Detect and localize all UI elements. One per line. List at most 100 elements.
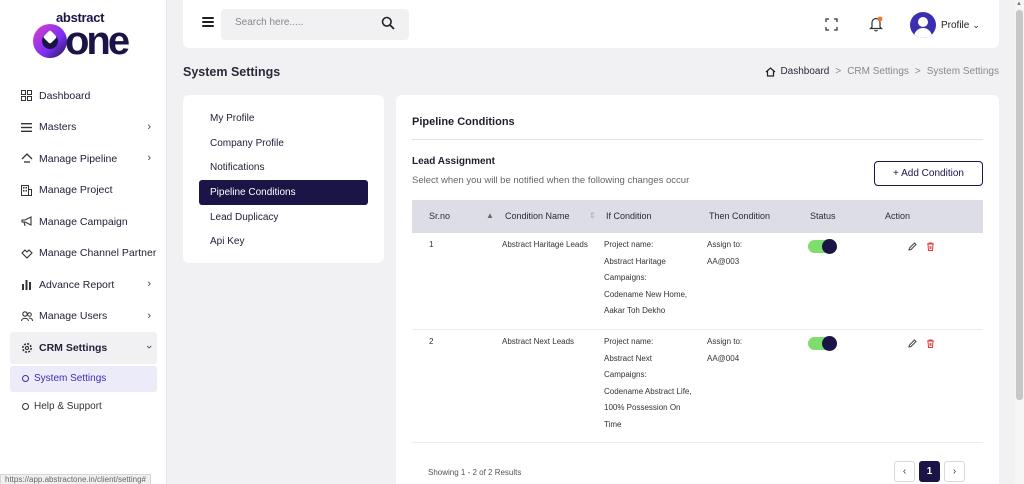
scroll-up-arrow-icon[interactable]: ▲ [1016,1,1022,7]
pagination-next-button[interactable]: › [944,461,965,482]
column-header-if-condition: If Condition [606,211,652,221]
project-label: Project name: [604,240,654,249]
sort-icon[interactable]: ▲ [486,211,494,220]
sidebar-subitem-label: Help & Support [34,401,102,412]
delete-icon[interactable] [926,339,935,348]
sidebar-item-label: Manage Users [39,310,108,323]
project-value: Abstract Next [604,353,653,363]
campaign-line: Codename Abstract Life, [604,386,692,396]
home-icon [766,66,776,77]
project-label: Project name: [604,337,654,346]
sidebar-item-label: Manage Campaign [39,215,128,228]
campaigns-label: Campaigns: [604,273,647,282]
divider [412,139,983,140]
sidebar-subitem-label: System Settings [34,373,107,384]
delete-icon[interactable] [926,242,935,251]
sidebar-item-manage-project[interactable]: Manage Project [10,175,157,207]
cell-condition-name: Abstract Haritage Leads [502,240,588,249]
menu-icon[interactable] [202,17,214,27]
assign-value: AA@003 [707,256,740,266]
sidebar-item-advance-report[interactable]: Advance Report › [10,269,157,301]
pipeline-conditions-card: Pipeline Conditions Lead Assignment Sele… [396,95,999,484]
sidebar-subitem-help-support[interactable]: Help & Support [10,394,157,420]
sidebar-item-manage-pipeline[interactable]: Manage Pipeline › [10,143,157,175]
add-condition-button[interactable]: + Add Condition [874,161,983,186]
scrollbar[interactable]: ▲ [1015,0,1024,484]
search-icon[interactable] [381,16,395,30]
sidebar-item-label: Manage Project [39,184,113,197]
sidebar-item-dashboard[interactable]: Dashboard [10,80,157,112]
chevron-down-icon: ⌄ [972,19,980,30]
conditions-table: Sr.no ▲ Condition Name ⇕ If Condition Th… [412,200,983,443]
sidebar-item-crm-settings[interactable]: CRM Settings › [10,332,157,364]
brand-logo[interactable]: abstract one [32,10,136,63]
sidebar-item-label: Advance Report [39,278,115,291]
column-header-srno[interactable]: Sr.no [429,211,450,221]
edit-icon[interactable] [908,339,917,348]
settings-link-api-key[interactable]: Api Key [199,229,368,254]
column-header-condition-name[interactable]: Condition Name [505,211,570,221]
sidebar-item-manage-channel-partner[interactable]: Manage Channel Partner [10,238,157,270]
chevron-right-icon: › [147,309,151,322]
circle-icon [22,375,29,382]
settings-link-company-profile[interactable]: Company Profile [199,131,368,156]
sidebar-nav: Dashboard Masters › Manage Pipeline › Ma… [10,80,157,420]
sidebar-item-manage-users[interactable]: Manage Users › [10,301,157,333]
pagination-page-1[interactable]: 1 [919,461,940,482]
page-title: System Settings [183,65,281,79]
megaphone-icon [20,215,33,228]
status-toggle[interactable] [808,239,837,254]
gear-icon [20,341,33,354]
sidebar-item-label: Manage Channel Partner [39,247,157,260]
sidebar-subitem-system-settings[interactable]: System Settings [10,365,157,392]
table-row: 1 Abstract Haritage Leads Project name: … [412,233,983,330]
breadcrumb-crm-settings[interactable]: CRM Settings [847,66,909,77]
assign-label: Assign to: [707,337,743,346]
profile-menu[interactable]: Profile ⌄ [910,12,980,38]
breadcrumb-separator: > [914,66,921,77]
fullscreen-icon[interactable] [825,18,838,31]
bar-chart-icon [20,278,33,291]
handshake-icon [20,247,33,260]
chevron-right-icon: › [147,152,151,164]
settings-menu: My Profile Company Profile Notifications… [183,95,384,263]
scrollbar-thumb[interactable] [1016,10,1023,400]
toggle-knob [822,336,837,351]
avatar [910,12,936,38]
chevron-down-icon: › [143,345,156,349]
campaigns-label: Campaigns: [604,370,647,379]
sidebar: abstract one Dashboard Masters › Manage … [0,0,167,484]
settings-link-lead-duplicacy[interactable]: Lead Duplicacy [199,205,368,230]
bell-icon[interactable] [869,16,883,32]
sidebar-item-label: Masters [39,121,77,134]
campaign-line: Time [604,419,622,429]
topbar: Profile ⌄ [183,0,999,48]
list-icon [20,121,33,134]
status-toggle[interactable] [808,336,837,351]
cell-then-condition: Assign to: AA@004 [707,334,742,367]
brand-logo-main: one [65,19,130,63]
column-header-status: Status [810,211,836,221]
sidebar-item-label: Manage Pipeline [39,152,118,165]
sidebar-item-manage-campaign[interactable]: Manage Campaign [10,206,157,238]
project-value: Abstract Haritage [604,256,666,266]
edit-icon[interactable] [908,242,917,251]
settings-link-pipeline-conditions[interactable]: Pipeline Conditions [199,180,368,205]
chevron-right-icon: › [147,120,151,133]
dashboard-icon [20,89,33,102]
settings-link-my-profile[interactable]: My Profile [199,106,368,131]
table-row: 2 Abstract Next Leads Project name: Abst… [412,330,983,443]
users-icon [20,310,33,323]
settings-link-notifications[interactable]: Notifications [199,155,368,180]
column-header-action: Action [885,211,911,221]
sidebar-item-label: Dashboard [39,89,91,102]
breadcrumb-home[interactable]: Dashboard [765,66,829,77]
pagination-prev-button[interactable]: ‹ [894,461,915,482]
sidebar-item-masters[interactable]: Masters › [10,112,157,144]
cell-if-condition: Project name: Abstract Next Campaigns: C… [604,334,692,433]
campaign-line: Codename New Home, [604,289,688,299]
sort-icon[interactable]: ⇕ [589,211,596,220]
search-input[interactable] [235,17,375,28]
breadcrumb-home-label: Dashboard [780,66,830,77]
breadcrumb: Dashboard > CRM Settings > System Settin… [765,66,999,77]
